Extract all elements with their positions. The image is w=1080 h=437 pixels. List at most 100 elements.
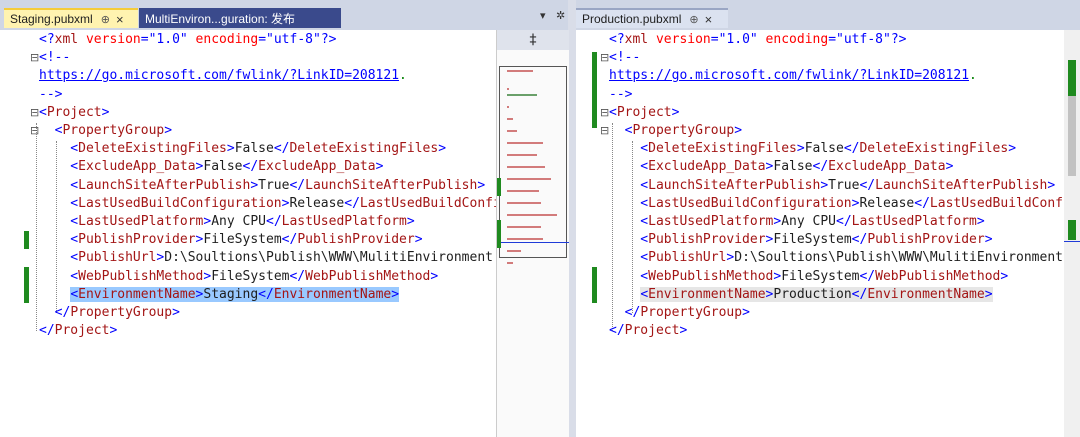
code-token: >: [1047, 177, 1056, 193]
code-token: PublishProvider: [78, 232, 196, 248]
pin-icon[interactable]: ⊕: [101, 13, 110, 26]
close-icon[interactable]: ×: [116, 12, 124, 27]
tab-staging-pubxml[interactable]: Staging.pubxml ⊕ ×: [4, 8, 138, 28]
code-line[interactable]: <PropertyGroup>: [39, 122, 172, 140]
fold-toggle-icon[interactable]: ⊟: [600, 51, 609, 64]
code-token: Production: [773, 286, 852, 302]
code-token: </: [843, 141, 860, 157]
code-token: >: [438, 141, 447, 157]
minimap-line: [507, 166, 545, 168]
code-line[interactable]: <LaunchSiteAfterPublish>True</LaunchSite…: [609, 177, 1055, 195]
code-line[interactable]: </Project>: [39, 322, 117, 340]
dropdown-icon[interactable]: ▾: [540, 9, 546, 22]
tab-multienvironment-configuration[interactable]: MultiEnviron...guration: 发布: [139, 8, 341, 28]
code-line[interactable]: <PublishProvider>FileSystem</PublishProv…: [39, 231, 422, 249]
code-line[interactable]: <PublishProvider>FileSystem</PublishProv…: [609, 231, 992, 249]
code-line[interactable]: <Project>: [39, 104, 109, 122]
fold-toggle-icon[interactable]: ⊟: [30, 106, 39, 119]
code-token: "utf-8": [266, 32, 321, 47]
code-line[interactable]: <PublishUrl>D:\Soultions\Publish\WWW\Mul…: [609, 249, 1063, 267]
code-token: <: [39, 268, 79, 284]
code-token: EnvironmentName: [867, 286, 985, 302]
code-token: encoding: [757, 32, 829, 47]
fold-toggle-icon[interactable]: ⊟: [600, 106, 609, 119]
code-token: >: [226, 141, 235, 157]
fold-toggle-icon[interactable]: ⊟: [30, 124, 39, 137]
close-icon[interactable]: ×: [705, 12, 713, 27]
code-line[interactable]: <LastUsedBuildConfiguration>Release</Las…: [609, 195, 1080, 213]
scrollbar-change-marker: [1068, 220, 1076, 240]
code-token: LaunchSiteAfterPublish: [875, 177, 1048, 193]
code-token: ExcludeApp_Data: [78, 159, 196, 175]
code-token: <: [609, 104, 617, 120]
code-token: >: [820, 177, 829, 193]
code-token: version: [648, 32, 711, 47]
code-line[interactable]: </Project>: [609, 322, 687, 340]
code-line[interactable]: <!--: [609, 49, 640, 67]
code-line[interactable]: <EnvironmentName>Staging</EnvironmentNam…: [39, 286, 400, 304]
code-line[interactable]: <DeleteExistingFiles>False</DeleteExisti…: [609, 140, 1016, 158]
code-token: DeleteExistingFiles: [859, 141, 1009, 157]
minimap-line: [507, 202, 541, 204]
code-token: <: [39, 159, 79, 175]
change-indicator: [592, 52, 597, 128]
code-token: <!--: [39, 50, 71, 66]
code-line[interactable]: -->: [39, 86, 62, 104]
code-line[interactable]: <EnvironmentName>Production</Environment…: [609, 286, 993, 304]
left-code-editor[interactable]: <?xml version="1.0" encoding="utf-8"?> ⊟ <…: [0, 30, 568, 437]
code-line[interactable]: <ExcludeApp_Data>False</ExcludeApp_Data>: [609, 158, 953, 176]
fold-toggle-icon[interactable]: ⊟: [30, 51, 39, 64]
minimap[interactable]: ‡: [496, 30, 569, 437]
minimap-line: [507, 262, 513, 264]
code-token: >: [109, 323, 118, 339]
code-token: xml: [624, 32, 649, 47]
code-line[interactable]: <LastUsedPlatform>Any CPU</LastUsedPlatf…: [39, 213, 414, 231]
code-line[interactable]: <DeleteExistingFiles>False</DeleteExisti…: [39, 140, 446, 158]
code-line[interactable]: <LastUsedBuildConfiguration>Release</Las…: [39, 195, 568, 213]
code-line[interactable]: <?xml version="1.0" encoding="utf-8"?>: [609, 31, 906, 49]
code-token: LastUsedPlatform: [851, 214, 977, 229]
right-code-editor[interactable]: <?xml version="1.0" encoding="utf-8"?> ⊟ <…: [576, 30, 1080, 437]
pin-icon[interactable]: ⊕: [689, 13, 698, 26]
code-line[interactable]: <ExcludeApp_Data>False</ExcludeApp_Data>: [39, 158, 383, 176]
code-token: >: [679, 323, 688, 339]
code-token: LaunchSiteAfterPublish: [78, 177, 251, 193]
code-line[interactable]: <PublishUrl>D:\Soultions\Publish\WWW\Mul…: [39, 249, 493, 267]
vertical-scrollbar[interactable]: [1064, 30, 1080, 437]
code-token: PropertyGroup: [70, 305, 173, 320]
code-line[interactable]: <WebPublishMethod>FileSystem</WebPublish…: [609, 268, 1008, 286]
url-link[interactable]: https://go.microsoft.com/fwlink/?LinkID=…: [39, 68, 399, 83]
code-token: =: [140, 32, 149, 47]
fold-toggle-icon[interactable]: ⊟: [600, 124, 609, 137]
code-line[interactable]: https://go.microsoft.com/fwlink/?LinkID=…: [39, 67, 407, 85]
code-token: ?>: [890, 32, 907, 47]
code-line[interactable]: <?xml version="1.0" encoding="utf-8"?>: [39, 31, 336, 49]
code-line[interactable]: </PropertyGroup>: [39, 304, 180, 322]
code-line[interactable]: <!--: [39, 49, 70, 67]
pane-splitter[interactable]: [568, 0, 576, 437]
code-token: DeleteExistingFiles: [78, 141, 227, 157]
code-line[interactable]: </PropertyGroup>: [609, 304, 750, 322]
code-line[interactable]: <Project>: [609, 104, 679, 122]
settings-icon[interactable]: ✲: [556, 9, 565, 22]
code-line[interactable]: <LastUsedPlatform>Any CPU</LastUsedPlatf…: [609, 213, 984, 231]
code-token: </: [281, 232, 298, 248]
minimap-line: [507, 214, 557, 216]
code-token: -->: [39, 86, 63, 102]
code-line[interactable]: https://go.microsoft.com/fwlink/?LinkID=…: [609, 67, 977, 85]
scrollbar-change-marker: [1068, 60, 1076, 96]
split-icon[interactable]: ‡: [497, 30, 569, 50]
code-line[interactable]: <WebPublishMethod>FileSystem</WebPublish…: [39, 268, 438, 286]
url-link[interactable]: https://go.microsoft.com/fwlink/?LinkID=…: [609, 68, 969, 83]
code-line[interactable]: <LaunchSiteAfterPublish>True</LaunchSite…: [39, 177, 485, 195]
code-token: Project: [624, 323, 680, 339]
code-token: <: [39, 214, 79, 229]
code-token: PublishProvider: [297, 232, 415, 248]
code-token: "utf-8": [836, 32, 891, 47]
code-line[interactable]: -->: [609, 86, 632, 104]
left-editor-pane: Staging.pubxml ⊕ × MultiEnviron...gurati…: [0, 0, 568, 437]
code-token: </: [609, 305, 641, 320]
tab-production-pubxml[interactable]: Production.pubxml ⊕ ×: [576, 8, 728, 28]
code-token: </: [258, 286, 274, 302]
code-line[interactable]: <PropertyGroup>: [609, 122, 742, 140]
